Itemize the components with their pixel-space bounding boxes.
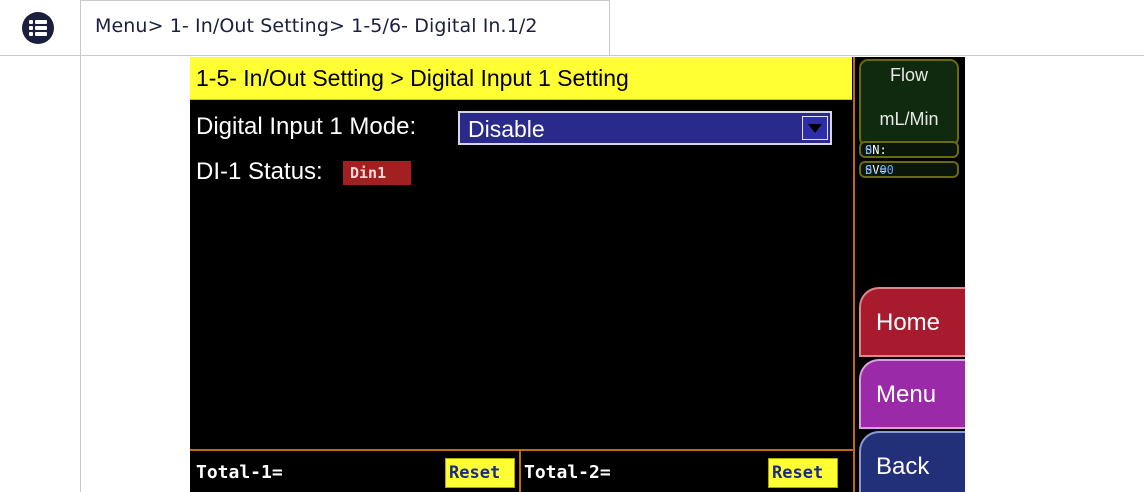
device-screen: 1-5- In/Out Setting > Digital Input 1 Se… (190, 57, 965, 492)
menu-button[interactable]: Menu (859, 359, 965, 429)
reset-total-2-button[interactable]: Reset (768, 458, 838, 488)
sv-readout: SV= 0.00 (859, 161, 959, 178)
sn-readout: SN: 0 (859, 141, 959, 158)
total-2-label: Total-2= (524, 462, 611, 483)
reset-total-1-button[interactable]: Reset (445, 458, 515, 488)
bottom-mid-separator (519, 451, 521, 492)
back-label: Back (876, 453, 930, 480)
flow-display: Flow mL/Min (859, 59, 959, 147)
status-badge: Din1 (343, 161, 411, 185)
reset-label: Reset (772, 463, 824, 483)
header-icon-cell (0, 0, 80, 56)
home-label: Home (876, 309, 941, 336)
flow-title: Flow (889, 65, 928, 85)
breadcrumb-cell: Menu> 1- In/Out Setting> 1-5/6- Digital … (80, 0, 610, 55)
chevron-down-icon[interactable] (802, 116, 828, 140)
mode-value: Disable (468, 116, 545, 142)
mode-label: Digital Input 1 Mode: (196, 113, 417, 140)
side-separator (853, 57, 855, 492)
total-1-label: Total-1= (196, 462, 283, 483)
back-button[interactable]: Back (859, 431, 965, 492)
sv-value: 0.00 (865, 163, 894, 177)
reset-label: Reset (449, 463, 501, 483)
bottom-separator (190, 449, 853, 451)
list-menu-icon (22, 12, 54, 44)
menu-label: Menu (876, 381, 937, 408)
mode-dropdown[interactable]: Disable (458, 111, 832, 145)
page-title: 1-5- In/Out Setting > Digital Input 1 Se… (196, 65, 629, 91)
breadcrumb: Menu> 1- In/Out Setting> 1-5/6- Digital … (95, 15, 538, 37)
header-divider (0, 55, 1144, 56)
status-label: DI-1 Status: (196, 158, 323, 185)
home-button[interactable]: Home (859, 287, 965, 357)
title-bar: 1-5- In/Out Setting > Digital Input 1 Se… (190, 57, 852, 100)
sn-value: 0 (865, 143, 873, 157)
status-badge-text: Din1 (350, 164, 387, 182)
table-left-border (80, 55, 81, 492)
flow-unit: mL/Min (879, 109, 939, 129)
